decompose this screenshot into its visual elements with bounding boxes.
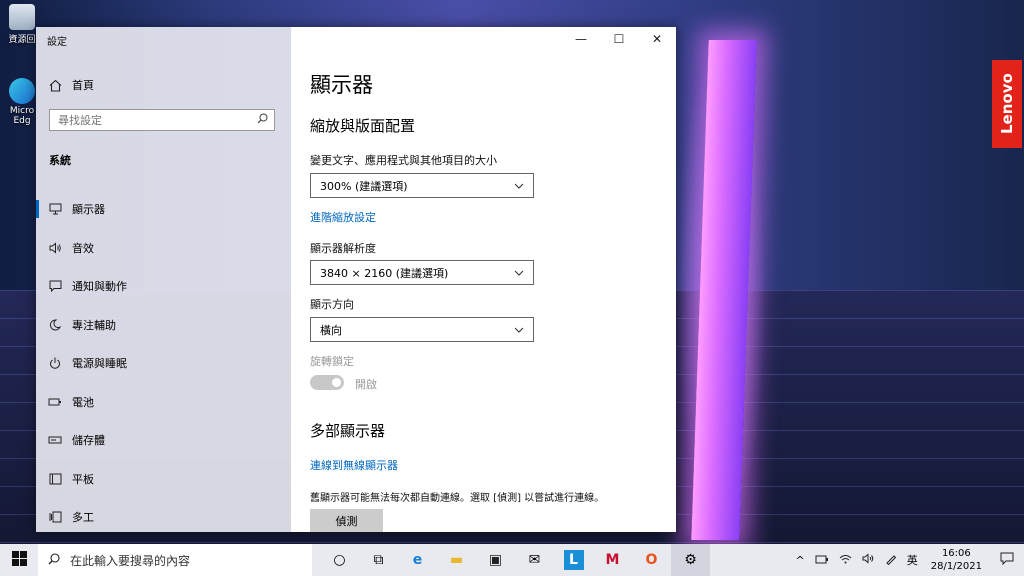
sidebar-item-label: 多工 (72, 511, 94, 525)
moon-icon (48, 318, 62, 332)
rotation-lock-toggle[interactable] (310, 375, 344, 390)
chevron-down-icon (514, 323, 524, 336)
power-icon (48, 356, 62, 370)
clock-time: 16:06 (941, 548, 971, 559)
detect-button[interactable]: 偵測 (310, 509, 383, 532)
multiple-displays-heading: 多部顯示器 (310, 422, 386, 440)
mail-icon[interactable]: ✉ (515, 544, 554, 576)
resolution-label: 顯示器解析度 (310, 242, 376, 255)
scale-value: 300% (建議選項) (320, 179, 408, 193)
taskbar-apps: ○ ⧉ e ▬ ▣ ✉ L M O ⚙ (320, 544, 710, 576)
maximize-button[interactable]: ☐ (600, 27, 638, 51)
settings-icon[interactable]: ⚙ (671, 544, 710, 576)
advanced-scaling-link[interactable]: 進階縮放設定 (310, 209, 376, 225)
taskbar-search-placeholder: 在此輸入要搜尋的內容 (70, 553, 191, 568)
orientation-label: 顯示方向 (310, 298, 354, 311)
task-view-icon[interactable]: ⧉ (359, 544, 398, 576)
battery-icon[interactable] (810, 554, 834, 567)
storage-icon (48, 433, 62, 447)
sidebar-item-storage[interactable]: 儲存體 (36, 421, 291, 460)
sidebar-item-label: 通知與動作 (72, 280, 127, 294)
taskbar-search[interactable]: 在此輸入要搜尋的內容 (38, 544, 312, 576)
notification-icon (48, 279, 62, 293)
multitask-icon (48, 510, 62, 524)
edge-icon (9, 78, 35, 104)
page-title: 顯示器 (310, 73, 373, 97)
search-icon (48, 552, 60, 568)
scale-label: 變更文字、應用程式與其他項目的大小 (310, 154, 497, 167)
sidebar-nav: 顯示器 音效 通知與動作 專注輔助 電源與睡眠 電池 儲存體 平板 多工 (36, 190, 291, 537)
close-button[interactable]: ✕ (638, 27, 676, 51)
scale-layout-heading: 縮放與版面配置 (310, 117, 416, 135)
sidebar-item-label: 電源與睡眠 (72, 357, 127, 371)
system-tray: ^ 英 16:06 28/1/2021 (791, 544, 1024, 576)
window-title: 設定 (47, 37, 67, 48)
lenovo-vantage-glyph: L (563, 550, 584, 570)
sidebar-item-label: 顯示器 (72, 203, 105, 217)
sidebar-item-label: 音效 (72, 241, 94, 255)
action-center-icon[interactable] (990, 552, 1024, 568)
start-button[interactable] (0, 544, 38, 576)
home-icon (48, 78, 62, 92)
clock-date: 28/1/2021 (930, 561, 982, 572)
lenovo-vantage-icon[interactable]: L (554, 544, 593, 576)
mcafee-icon[interactable]: M (593, 544, 632, 576)
chevron-down-icon (514, 266, 524, 279)
wifi-icon[interactable] (834, 554, 857, 567)
battery-icon (48, 395, 62, 409)
pen-icon[interactable] (880, 553, 902, 568)
windows-logo-icon (11, 551, 27, 569)
taskbar-clock[interactable]: 16:06 28/1/2021 (923, 547, 990, 573)
lenovo-badge: Lenovo (992, 60, 1022, 148)
settings-content: — ☐ ✕ 顯示器 縮放與版面配置 變更文字、應用程式與其他項目的大小 300%… (291, 27, 676, 532)
office-icon[interactable]: O (632, 544, 671, 576)
sidebar-item-display[interactable]: 顯示器 (36, 190, 291, 229)
sidebar-item-power-sleep[interactable]: 電源與睡眠 (36, 344, 291, 383)
sidebar-item-battery[interactable]: 電池 (36, 383, 291, 422)
settings-sidebar: 設定 首頁 系統 顯示器 音效 通知與動作 (36, 27, 291, 532)
sidebar-item-notifications[interactable]: 通知與動作 (36, 267, 291, 306)
sidebar-section-title: 系統 (49, 154, 71, 167)
sidebar-home-label: 首頁 (72, 79, 94, 92)
edge-icon[interactable]: e (398, 544, 437, 576)
store-icon[interactable]: ▣ (476, 544, 515, 576)
orientation-value: 橫向 (320, 323, 342, 337)
window-controls: — ☐ ✕ (562, 27, 676, 51)
orientation-dropdown[interactable]: 橫向 (310, 317, 534, 342)
tray-chevron[interactable]: ^ (791, 554, 810, 567)
detect-note: 舊顯示器可能無法每次都自動連線。選取 [偵測] 以嘗試進行連線。 (310, 493, 605, 504)
sidebar-home[interactable]: 首頁 (48, 77, 94, 93)
search-icon (257, 113, 268, 127)
settings-search[interactable] (49, 109, 275, 131)
monitor-icon (48, 202, 62, 216)
sidebar-item-label: 儲存體 (72, 434, 105, 448)
chevron-down-icon (514, 179, 524, 192)
settings-search-input[interactable] (56, 112, 250, 128)
speaker-icon (48, 241, 62, 255)
scale-dropdown[interactable]: 300% (建議選項) (310, 173, 534, 198)
sidebar-item-multitasking[interactable]: 多工 (36, 498, 291, 537)
wireless-display-link[interactable]: 連線到無線顯示器 (310, 457, 398, 473)
recycle-bin-icon (9, 4, 35, 30)
sidebar-item-label: 平板 (72, 472, 94, 486)
sidebar-item-label: 電池 (72, 395, 94, 409)
resolution-value: 3840 × 2160 (建議選項) (320, 266, 449, 280)
rotation-lock-state: 開啟 (355, 378, 377, 391)
resolution-dropdown[interactable]: 3840 × 2160 (建議選項) (310, 260, 534, 285)
taskbar: 在此輸入要搜尋的內容 ○ ⧉ e ▬ ▣ ✉ L M O ⚙ ^ 英 16:06… (0, 544, 1024, 576)
toggle-knob (332, 378, 341, 387)
tablet-icon (48, 472, 62, 486)
file-explorer-icon[interactable]: ▬ (437, 544, 476, 576)
sidebar-item-focus-assist[interactable]: 專注輔助 (36, 306, 291, 345)
settings-window: 設定 首頁 系統 顯示器 音效 通知與動作 (36, 27, 676, 532)
rotation-lock-label: 旋轉鎖定 (310, 355, 354, 368)
sidebar-item-tablet[interactable]: 平板 (36, 460, 291, 499)
volume-icon[interactable] (857, 553, 880, 567)
cortana-icon[interactable]: ○ (320, 544, 359, 576)
sidebar-item-sound[interactable]: 音效 (36, 229, 291, 268)
sidebar-item-label: 專注輔助 (72, 318, 116, 332)
minimize-button[interactable]: — (562, 27, 600, 51)
ime-indicator[interactable]: 英 (902, 552, 923, 568)
